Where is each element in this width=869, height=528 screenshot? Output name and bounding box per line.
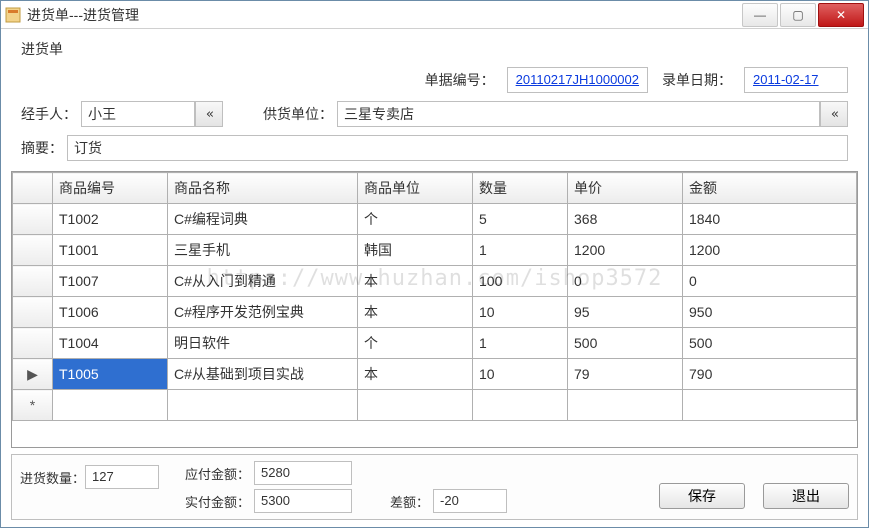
cell[interactable]: 95: [568, 297, 683, 328]
cell[interactable]: C#编程词典: [168, 204, 358, 235]
cell[interactable]: 500: [568, 328, 683, 359]
due-value[interactable]: 5280: [254, 461, 352, 485]
handler-label: 经手人：: [21, 104, 77, 124]
maximize-button[interactable]: ▢: [780, 3, 816, 27]
cell[interactable]: 0: [683, 266, 857, 297]
window-title: 进货单---进货管理: [27, 5, 139, 25]
cell[interactable]: [168, 390, 358, 421]
cell[interactable]: 368: [568, 204, 683, 235]
qty-value[interactable]: 127: [85, 465, 159, 489]
row-indicator: [13, 204, 53, 235]
cell[interactable]: 本: [358, 359, 473, 390]
handler-picker-button[interactable]: «: [195, 101, 223, 127]
row-indicator: [13, 328, 53, 359]
row-indicator: ▶: [13, 359, 53, 390]
cell[interactable]: T1004: [53, 328, 168, 359]
cell[interactable]: T1006: [53, 297, 168, 328]
cell[interactable]: 100: [473, 266, 568, 297]
cell[interactable]: [683, 390, 857, 421]
app-icon: [5, 7, 21, 23]
paid-value[interactable]: 5300: [254, 489, 352, 513]
cell[interactable]: T1001: [53, 235, 168, 266]
table-row[interactable]: T1006C#程序开发范例宝典本1095950: [13, 297, 857, 328]
col-unit[interactable]: 商品单位: [358, 173, 473, 204]
diff-value[interactable]: -20: [433, 489, 507, 513]
table-row[interactable]: T1001三星手机韩国112001200: [13, 235, 857, 266]
minimize-button[interactable]: —: [742, 3, 778, 27]
footer-panel: 进货数量： 127 应付金额： 5280 实付金额： 5300 差额： -20 …: [11, 454, 858, 520]
supplier-label: 供货单位：: [263, 104, 333, 124]
doc-no-label: 单据编号：: [425, 70, 495, 90]
cell[interactable]: 950: [683, 297, 857, 328]
row-indicator: [13, 297, 53, 328]
entry-date-link[interactable]: 2011-02-17: [744, 67, 848, 93]
grid-header-row: 商品编号 商品名称 商品单位 数量 单价 金额: [13, 173, 857, 204]
exit-button[interactable]: 退出: [763, 483, 849, 509]
cell[interactable]: 79: [568, 359, 683, 390]
table-row[interactable]: T1002C#编程词典个53681840: [13, 204, 857, 235]
data-grid[interactable]: 商品编号 商品名称 商品单位 数量 单价 金额 T1002C#编程词典个5368…: [11, 171, 858, 448]
entry-date-label: 录单日期：: [662, 70, 732, 90]
cell[interactable]: [568, 390, 683, 421]
cell[interactable]: 0: [568, 266, 683, 297]
cell[interactable]: C#从基础到项目实战: [168, 359, 358, 390]
form-group: 进货单 单据编号： 20110217JH1000002 录单日期： 2011-0…: [11, 33, 858, 167]
table-row[interactable]: T1007C#从入门到精通本10000: [13, 266, 857, 297]
cell[interactable]: 本: [358, 266, 473, 297]
supplier-input[interactable]: 三星专卖店: [337, 101, 820, 127]
col-qty[interactable]: 数量: [473, 173, 568, 204]
cell[interactable]: T1007: [53, 266, 168, 297]
summary-input[interactable]: 订货: [67, 135, 848, 161]
cell[interactable]: 5: [473, 204, 568, 235]
new-row-indicator: *: [13, 390, 53, 421]
cell[interactable]: 个: [358, 328, 473, 359]
window: { "title": "进货单---进货管理", "group_legend":…: [0, 0, 869, 528]
row-indicator: [13, 235, 53, 266]
cell[interactable]: 三星手机: [168, 235, 358, 266]
row-header-blank: [13, 173, 53, 204]
cell[interactable]: [473, 390, 568, 421]
col-price[interactable]: 单价: [568, 173, 683, 204]
cell[interactable]: 790: [683, 359, 857, 390]
cell[interactable]: 本: [358, 297, 473, 328]
cell[interactable]: 1200: [568, 235, 683, 266]
row-indicator: [13, 266, 53, 297]
col-product-id[interactable]: 商品编号: [53, 173, 168, 204]
cell[interactable]: 1: [473, 328, 568, 359]
cell[interactable]: 10: [473, 359, 568, 390]
cell[interactable]: 1: [473, 235, 568, 266]
summary-label: 摘要：: [21, 138, 63, 158]
table-row[interactable]: ▶T1005C#从基础到项目实战本1079790: [13, 359, 857, 390]
window-controls: — ▢ ✕: [742, 3, 864, 27]
qty-label: 进货数量：: [20, 468, 85, 487]
cell[interactable]: 明日软件: [168, 328, 358, 359]
cell[interactable]: 韩国: [358, 235, 473, 266]
diff-label: 差额：: [390, 492, 429, 511]
cell[interactable]: C#程序开发范例宝典: [168, 297, 358, 328]
close-button[interactable]: ✕: [818, 3, 864, 27]
cell[interactable]: T1005: [53, 359, 168, 390]
paid-label: 实付金额：: [185, 492, 250, 511]
cell[interactable]: 1840: [683, 204, 857, 235]
cell[interactable]: [53, 390, 168, 421]
due-label: 应付金额：: [185, 464, 250, 483]
cell[interactable]: 1200: [683, 235, 857, 266]
save-button[interactable]: 保存: [659, 483, 745, 509]
cell[interactable]: 10: [473, 297, 568, 328]
cell[interactable]: T1002: [53, 204, 168, 235]
cell[interactable]: 个: [358, 204, 473, 235]
table-row[interactable]: T1004明日软件个1500500: [13, 328, 857, 359]
group-legend: 进货单: [21, 39, 848, 59]
supplier-picker-button[interactable]: «: [820, 101, 848, 127]
titlebar: 进货单---进货管理 — ▢ ✕: [1, 1, 868, 29]
table-new-row[interactable]: *: [13, 390, 857, 421]
cell[interactable]: C#从入门到精通: [168, 266, 358, 297]
cell[interactable]: [358, 390, 473, 421]
cell[interactable]: 500: [683, 328, 857, 359]
handler-input[interactable]: 小王: [81, 101, 195, 127]
col-amount[interactable]: 金额: [683, 173, 857, 204]
doc-no-link[interactable]: 20110217JH1000002: [507, 67, 648, 93]
col-product-name[interactable]: 商品名称: [168, 173, 358, 204]
